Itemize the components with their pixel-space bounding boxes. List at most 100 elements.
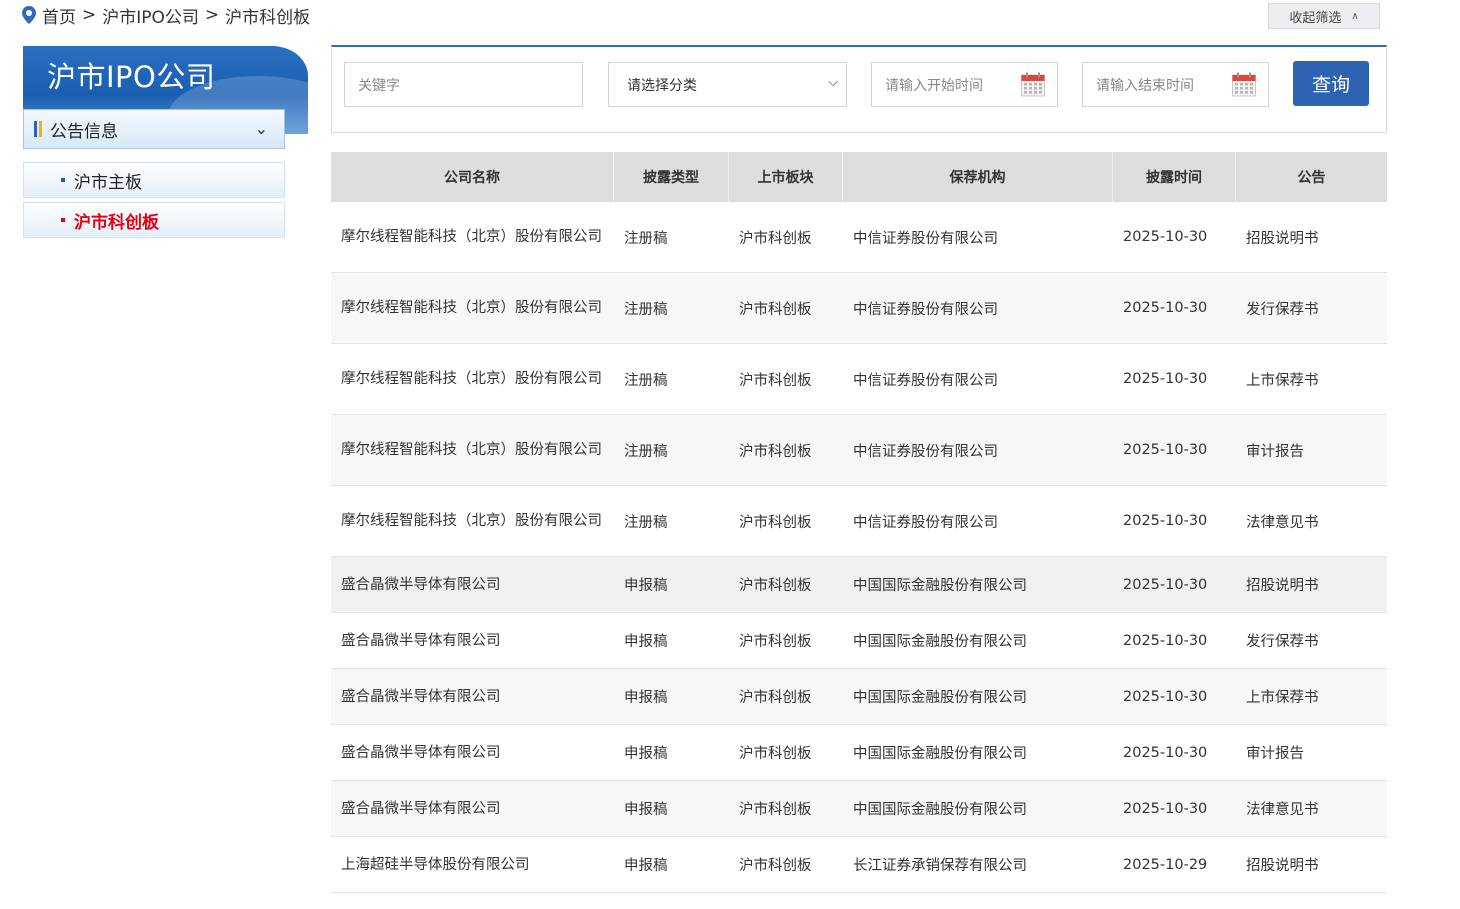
- board-cell: 沪市科创板: [739, 230, 812, 247]
- breadcrumb-separator: >: [204, 5, 220, 25]
- board-cell: 沪市科创板: [739, 802, 812, 818]
- company-name-cell[interactable]: 摩尔线程智能科技（北京）股份有限公司: [331, 273, 614, 343]
- notice-link[interactable]: 发行保荐书: [1236, 273, 1387, 343]
- sponsor-cell: 中信证券股份有限公司: [853, 443, 998, 460]
- notice-link[interactable]: 招股说明书: [1236, 837, 1387, 892]
- notice-link[interactable]: 发行保荐书: [1236, 613, 1387, 668]
- notice-link[interactable]: 审计报告: [1236, 415, 1387, 485]
- sidebar-section-label: 公告信息: [50, 121, 118, 142]
- table-row: 摩尔线程智能科技（北京）股份有限公司 注册稿 沪市科创板 中信证券股份有限公司 2025…: [331, 415, 1387, 486]
- table-row: 摩尔线程智能科技（北京）股份有限公司 注册稿 沪市科创板 中信证券股份有限公司 2025…: [331, 486, 1387, 557]
- breadcrumb: 首页 > 沪市IPO公司 > 沪市科创板: [22, 3, 311, 28]
- sponsor-cell: 中国国际金融股份有限公司: [853, 634, 1027, 650]
- collapse-filter-label: 收起筛选: [1289, 10, 1342, 26]
- company-name-cell[interactable]: 摩尔线程智能科技（北京）股份有限公司: [331, 344, 614, 414]
- table-row: 摩尔线程智能科技（北京）股份有限公司 注册稿 沪市科创板 中信证券股份有限公司 2025…: [331, 273, 1387, 344]
- sidebar-section-announcements[interactable]: 公告信息 ⌄: [23, 109, 285, 149]
- disclosure-date-cell: 2025-10-30: [1123, 576, 1208, 593]
- chevron-down-icon: ⌄: [254, 119, 268, 138]
- company-name-cell[interactable]: 盛合晶微半导体有限公司: [331, 725, 614, 780]
- location-pin-icon: [22, 6, 36, 24]
- table-header: 公司名称 披露类型 上市板块 保荐机构 披露时间 公告: [331, 152, 1387, 202]
- board-cell: 沪市科创板: [739, 746, 812, 762]
- company-name-cell[interactable]: 盛合晶微半导体有限公司: [331, 781, 614, 836]
- disclosure-date-cell: 2025-10-30: [1123, 632, 1208, 649]
- sponsor-cell: 中信证券股份有限公司: [853, 514, 998, 531]
- start-date-input[interactable]: 请输入开始时间: [871, 62, 1058, 107]
- notice-link[interactable]: 法律意见书: [1236, 486, 1387, 556]
- company-name-cell[interactable]: 盛合晶微半导体有限公司: [331, 557, 614, 612]
- sponsor-cell: 中信证券股份有限公司: [853, 301, 998, 318]
- disclosure-date-cell: 2025-10-30: [1123, 229, 1208, 245]
- disclosure-type-cell: 申报稿: [624, 690, 668, 706]
- board-cell: 沪市科创板: [739, 443, 812, 460]
- calendar-icon[interactable]: [1232, 72, 1256, 97]
- disclosure-date-cell: 2025-10-30: [1123, 442, 1208, 458]
- bullet-icon: [61, 218, 65, 222]
- sidebar-item-sh-star-market[interactable]: 沪市科创板: [23, 202, 285, 238]
- table-row: 盛合晶微半导体有限公司 申报稿 沪市科创板 中国国际金融股份有限公司 2025-10-3…: [331, 613, 1387, 669]
- announcement-table: 公司名称 披露类型 上市板块 保荐机构 披露时间 公告 摩尔线程智能科技（北京）…: [331, 152, 1387, 893]
- board-cell: 沪市科创板: [739, 858, 812, 874]
- table-row: 盛合晶微半导体有限公司 申报稿 沪市科创板 中国国际金融股份有限公司 2025-10-3…: [331, 781, 1387, 837]
- disclosure-date-cell: 2025-10-29: [1123, 856, 1208, 873]
- col-header-company: 公司名称: [331, 152, 614, 202]
- disclosure-type-cell: 申报稿: [624, 802, 668, 818]
- search-button[interactable]: 查询: [1293, 61, 1369, 106]
- chevron-down-icon: ⌵: [828, 75, 838, 90]
- sidebar-item-label: 沪市科创板: [74, 212, 159, 233]
- sponsor-cell: 中国国际金融股份有限公司: [853, 802, 1027, 818]
- filter-bar: 关键字 请选择分类 ⌵ 请输入开始时间 请输入结束时间 查询: [331, 45, 1387, 133]
- breadcrumb-home[interactable]: 首页: [42, 3, 76, 28]
- chevron-up-icon: ∧: [1351, 10, 1359, 22]
- sponsor-cell: 中信证券股份有限公司: [853, 230, 998, 247]
- start-date-placeholder: 请输入开始时间: [885, 77, 983, 94]
- notice-link[interactable]: 法律意见书: [1236, 781, 1387, 836]
- disclosure-date-cell: 2025-10-30: [1123, 744, 1208, 761]
- table-row: 摩尔线程智能科技（北京）股份有限公司 注册稿 沪市科创板 中信证券股份有限公司 2025…: [331, 344, 1387, 415]
- breadcrumb-current: 沪市科创板: [225, 7, 311, 28]
- board-cell: 沪市科创板: [739, 372, 812, 389]
- disclosure-type-cell: 注册稿: [624, 372, 668, 389]
- sponsor-cell: 中信证券股份有限公司: [853, 372, 998, 389]
- table-body: 摩尔线程智能科技（北京）股份有限公司 注册稿 沪市科创板 中信证券股份有限公司 2025…: [331, 202, 1387, 893]
- disclosure-type-cell: 注册稿: [624, 443, 668, 460]
- notice-link[interactable]: 审计报告: [1236, 725, 1387, 780]
- breadcrumb-separator: >: [82, 5, 97, 25]
- table-row: 盛合晶微半导体有限公司 申报稿 沪市科创板 中国国际金融股份有限公司 2025-10-3…: [331, 669, 1387, 725]
- company-name-cell[interactable]: 上海超硅半导体股份有限公司: [331, 837, 614, 892]
- notice-link[interactable]: 招股说明书: [1236, 557, 1387, 612]
- disclosure-type-cell: 申报稿: [624, 858, 668, 874]
- company-name-cell[interactable]: 盛合晶微半导体有限公司: [331, 613, 614, 668]
- company-name-cell[interactable]: 摩尔线程智能科技（北京）股份有限公司: [331, 486, 614, 556]
- notice-link[interactable]: 上市保荐书: [1236, 344, 1387, 414]
- col-header-board: 上市板块: [729, 152, 843, 202]
- board-cell: 沪市科创板: [739, 634, 812, 650]
- bullet-icon: [61, 178, 65, 182]
- sponsor-cell: 中国国际金融股份有限公司: [853, 690, 1027, 706]
- sponsor-cell: 中国国际金融股份有限公司: [853, 746, 1027, 762]
- col-header-notice: 公告: [1297, 170, 1326, 186]
- breadcrumb-ipo[interactable]: 沪市IPO公司: [102, 3, 199, 28]
- company-name-cell[interactable]: 摩尔线程智能科技（北京）股份有限公司: [331, 415, 614, 485]
- company-name-cell[interactable]: 摩尔线程智能科技（北京）股份有限公司: [331, 202, 614, 272]
- category-select[interactable]: 请选择分类 ⌵: [608, 62, 847, 107]
- end-date-input[interactable]: 请输入结束时间: [1082, 62, 1269, 107]
- disclosure-date-cell: 2025-10-30: [1123, 513, 1208, 529]
- col-header-date: 披露时间: [1113, 152, 1236, 202]
- sponsor-cell: 中国国际金融股份有限公司: [853, 578, 1027, 594]
- notice-link[interactable]: 上市保荐书: [1236, 669, 1387, 724]
- sidebar-item-sh-main-board[interactable]: 沪市主板: [23, 162, 285, 198]
- section-bar-icon: [34, 121, 42, 137]
- notice-link[interactable]: 招股说明书: [1236, 202, 1387, 272]
- disclosure-type-cell: 申报稿: [624, 578, 668, 594]
- table-row: 摩尔线程智能科技（北京）股份有限公司 注册稿 沪市科创板 中信证券股份有限公司 2025…: [331, 202, 1387, 273]
- sidebar-item-label: 沪市主板: [74, 172, 142, 193]
- sidebar-title: 沪市IPO公司: [47, 60, 216, 94]
- company-name-cell[interactable]: 盛合晶微半导体有限公司: [331, 669, 614, 724]
- col-header-sponsor: 保荐机构: [843, 152, 1113, 202]
- disclosure-date-cell: 2025-10-30: [1123, 371, 1208, 387]
- collapse-filter-button[interactable]: 收起筛选 ∧: [1268, 3, 1380, 29]
- calendar-icon[interactable]: [1021, 72, 1045, 97]
- keyword-input[interactable]: 关键字: [344, 62, 583, 107]
